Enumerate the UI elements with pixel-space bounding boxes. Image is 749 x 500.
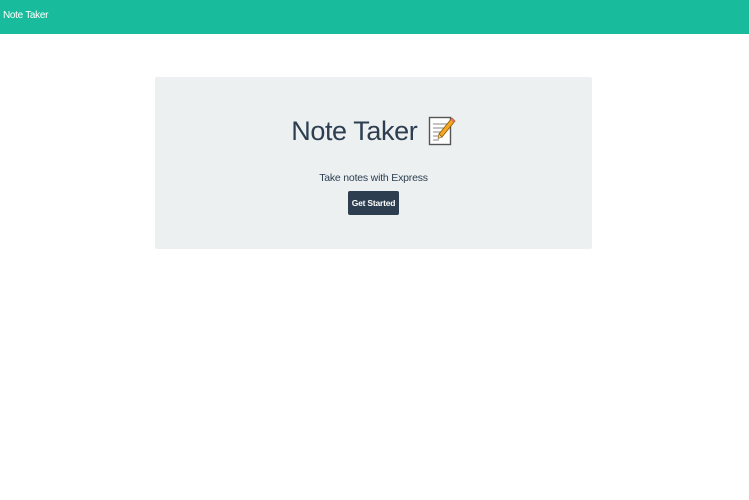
- hero-jumbotron: Note Taker Take notes with Express Get S…: [155, 77, 592, 249]
- get-started-button[interactable]: Get Started: [348, 191, 399, 215]
- page-title: Note Taker: [291, 116, 418, 146]
- hero-title-row: Note Taker: [155, 113, 592, 149]
- memo-icon: [428, 115, 456, 147]
- navbar: Note Taker: [0, 0, 749, 34]
- hero-subtitle: Take notes with Express: [319, 171, 428, 184]
- navbar-brand-link[interactable]: Note Taker: [3, 10, 48, 22]
